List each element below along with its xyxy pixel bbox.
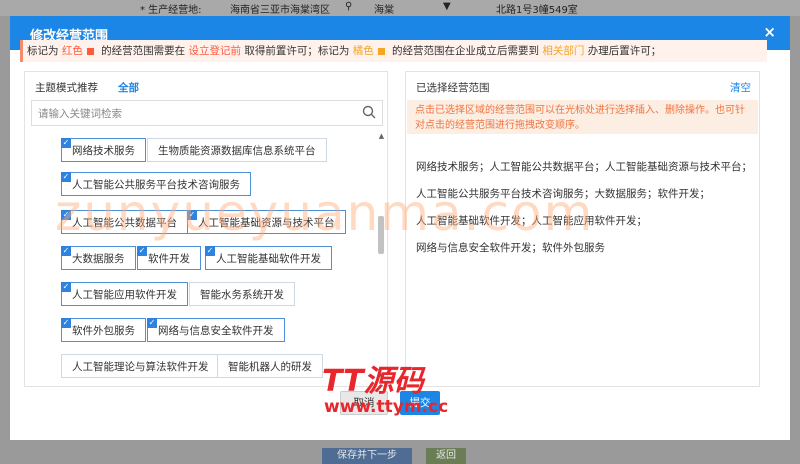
scope-tag[interactable]: ✓ 人工智能公共数据平台 — [61, 210, 188, 234]
right-panel-header: 已选择经营范围 清空 — [406, 72, 759, 100]
location-province-field[interactable]: 海南省三亚市海棠湾区 — [230, 1, 330, 16]
save-next-button[interactable]: 保存并下一步 — [322, 448, 412, 464]
theme-mode-title: 主题模式推荐 — [35, 82, 98, 94]
clear-button[interactable]: 清空 — [730, 80, 751, 95]
scope-tag-label: 智能水务系统开发 — [200, 289, 284, 301]
orange-square-icon — [377, 47, 385, 55]
checkbox-checked-icon: ✓ — [137, 246, 147, 256]
scope-tag[interactable]: 智能水务系统开发 — [189, 282, 295, 306]
notice-red-word: 红色 — [61, 45, 83, 57]
scope-tag[interactable]: 人工智能理论与算法软件开发 — [61, 354, 220, 378]
location-pin-icon: ⚲ — [345, 1, 353, 12]
scope-tag-label: 人工智能基础软件开发 — [216, 253, 321, 265]
notice-text: 取得前置许可；标记为 — [241, 45, 353, 57]
selected-scope-line[interactable]: 人工智能基础软件开发；人工智能应用软件开发； — [416, 208, 752, 235]
scope-tag[interactable]: 生物质能资源数据库信息系统平台 — [147, 138, 327, 162]
notice-text: 的经营范围在企业成立后需要到 — [388, 45, 543, 57]
scope-tag-label: 人工智能理论与算法软件开发 — [72, 361, 209, 373]
scope-tag-label: 网络技术服务 — [72, 145, 135, 157]
scope-tag-label: 人工智能基础资源与技术平台 — [198, 217, 335, 229]
return-button[interactable]: 返回 — [426, 448, 466, 464]
background-form-row: * 生产经营地: 海南省三亚市海棠湾区 ⚲ 海棠 ▼ 北路1号3幢549室 — [0, 0, 800, 16]
red-square-icon — [86, 47, 94, 55]
scope-tag[interactable]: ✓ 软件外包服务 — [61, 318, 146, 342]
checkbox-checked-icon: ✓ — [61, 282, 71, 292]
scope-tag-label: 人工智能公共服务平台技术咨询服务 — [72, 179, 240, 191]
checkbox-checked-icon: ✓ — [61, 210, 71, 220]
watermark-url: www.ttym.cc — [324, 397, 449, 417]
checkbox-checked-icon: ✓ — [147, 318, 157, 328]
location-town-field[interactable]: 海棠 — [374, 1, 394, 16]
selected-scope-line[interactable]: 人工智能公共服务平台技术咨询服务；大数据服务；软件开发； — [416, 181, 752, 208]
checkbox-checked-icon: ✓ — [205, 246, 215, 256]
selected-scope-panel: 已选择经营范围 清空 点击已选择区域的经营范围可以在光标处进行选择插入、删除操作… — [405, 71, 760, 387]
scrollbar-thumb[interactable] — [378, 216, 384, 254]
scope-tag[interactable]: ✓ 软件开发 — [137, 246, 201, 270]
dropdown-icon[interactable]: ▼ — [443, 1, 451, 12]
checkbox-checked-icon: ✓ — [61, 172, 71, 182]
scope-tag-label: 软件开发 — [148, 253, 190, 265]
address-field[interactable]: 北路1号3幢549室 — [496, 1, 578, 16]
scroll-up-icon[interactable]: ▲ — [378, 132, 385, 140]
close-icon[interactable]: × — [763, 23, 776, 41]
scope-tag[interactable]: ✓ 人工智能基础资源与技术平台 — [187, 210, 346, 234]
selected-scope-text[interactable]: 网络技术服务；人工智能公共数据平台；人工智能基础资源与技术平台； 人工智能公共服… — [416, 154, 752, 262]
notice-text: 的经营范围需要在 — [97, 45, 189, 57]
business-location-label: * 生产经营地: — [140, 5, 202, 16]
drag-hint: 点击已选择区域的经营范围可以在光标处进行选择插入、删除操作。也可针对点击的经营范… — [407, 100, 758, 134]
scope-tag-label: 人工智能公共数据平台 — [72, 217, 177, 229]
all-tab[interactable]: 全部 — [118, 80, 139, 95]
notice-orange-word: 橘色 — [352, 45, 374, 57]
checkbox-checked-icon: ✓ — [61, 138, 71, 148]
notice-text: 标记为 — [27, 45, 62, 57]
scope-tag-label: 大数据服务 — [72, 253, 125, 265]
scope-tag[interactable]: ✓ 大数据服务 — [61, 246, 136, 270]
scope-tag[interactable]: ✓ 人工智能应用软件开发 — [61, 282, 188, 306]
scope-tag[interactable]: ✓ 人工智能公共服务平台技术咨询服务 — [61, 172, 251, 196]
tag-list-scrollbar[interactable]: ▲ ▼ — [378, 132, 385, 380]
scope-tag[interactable]: ✓ 人工智能基础软件开发 — [205, 246, 332, 270]
checkbox-checked-icon: ✓ — [61, 246, 71, 256]
notice-text: 办理后置许可； — [584, 45, 662, 57]
permit-notice: 标记为 红色 的经营范围需要在 设立登记前 取得前置许可；标记为 橘色 的经营范… — [20, 40, 767, 62]
keyword-search-input[interactable] — [36, 103, 340, 125]
watermark-logo: TT源码 — [322, 364, 424, 399]
scope-tag-label: 人工智能应用软件开发 — [72, 289, 177, 301]
scope-tag-list: ✓ 网络技术服务 生物质能资源数据库信息系统平台 ✓ 人工智能公共服务平台技术咨询服… — [25, 128, 371, 384]
selected-scope-line[interactable]: 网络技术服务；人工智能公共数据平台；人工智能基础资源与技术平台； — [416, 154, 752, 181]
scope-tag[interactable]: 智能机器人的研发 — [217, 354, 323, 378]
selected-scope-title: 已选择经营范围 — [416, 82, 490, 94]
scope-tag-label: 软件外包服务 — [72, 325, 135, 337]
left-panel-header: 主题模式推荐 全部 — [25, 72, 387, 100]
pre-permit-link[interactable]: 设立登记前 — [189, 45, 242, 57]
checkbox-checked-icon: ✓ — [61, 318, 71, 328]
scope-tag-label: 网络与信息安全软件开发 — [158, 325, 274, 337]
recommended-scope-panel: 主题模式推荐 全部 ✓网络技术服务 生物质能资源数据库信息系统平台 ✓人工智能公… — [24, 71, 388, 387]
keyword-search-box — [31, 100, 383, 126]
scope-tag-label: 生物质能资源数据库信息系统平台 — [158, 145, 316, 157]
search-icon[interactable] — [362, 105, 376, 119]
checkbox-checked-icon: ✓ — [187, 210, 197, 220]
related-department-link[interactable]: 相关部门 — [542, 45, 584, 57]
selected-scope-line[interactable]: 网络与信息安全软件开发；软件外包服务 — [416, 235, 752, 262]
scope-tag[interactable]: ✓ 网络技术服务 — [61, 138, 146, 162]
scope-tag[interactable]: ✓ 网络与信息安全软件开发 — [147, 318, 285, 342]
scope-tag-label: 智能机器人的研发 — [228, 361, 312, 373]
